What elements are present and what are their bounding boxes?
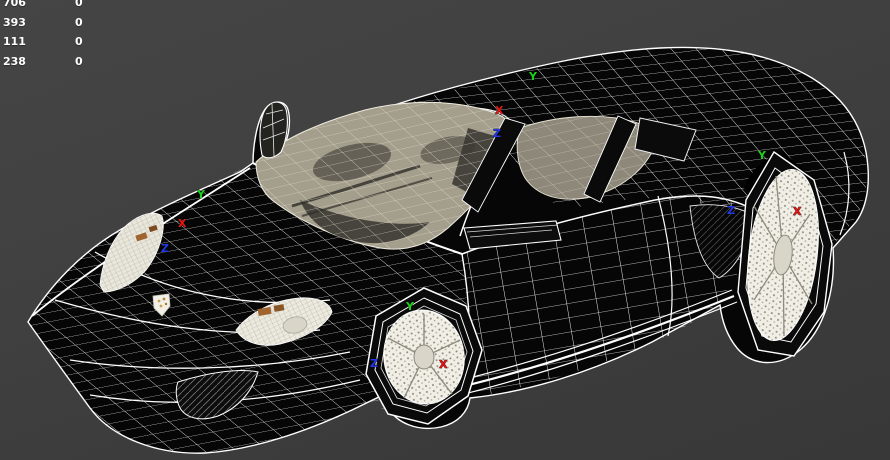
axis-x-label: X	[495, 104, 504, 117]
stat-count: 0	[75, 0, 83, 9]
axis-z-label: Z	[370, 357, 378, 370]
axis-x-label: X	[178, 217, 187, 230]
stat-count: 0	[75, 54, 83, 68]
axis-x-label: X	[793, 205, 802, 218]
stat-count: 0	[75, 15, 83, 29]
axis-x-label: X	[439, 358, 448, 371]
3d-viewport[interactable]: Y X Z Y X Z Y X Z Y X Z 706 0 393 0 111 …	[0, 0, 890, 460]
viewport-statistics: 706 0 393 0 111 0 238 0	[3, 0, 83, 71]
stats-row: 706 0	[3, 0, 83, 13]
axis-y-label: Y	[196, 188, 206, 201]
stats-row: 111 0	[3, 32, 83, 52]
stats-row: 393 0	[3, 13, 83, 33]
axis-y-label: Y	[757, 149, 767, 162]
stat-count: 0	[75, 35, 83, 48]
stat-value: 393	[3, 15, 26, 29]
car-model[interactable]	[27, 46, 869, 454]
front-hub	[413, 344, 435, 370]
stat-value: 706	[3, 0, 26, 9]
stat-value: 111	[3, 35, 26, 48]
axis-z-label: Z	[161, 242, 169, 255]
axis-z-label: Z	[493, 127, 501, 140]
axis-z-label: Z	[727, 204, 735, 217]
stats-row: 238 0	[3, 52, 83, 72]
axis-y-label: Y	[528, 70, 538, 83]
viewport-canvas[interactable]: Y X Z Y X Z Y X Z Y X Z	[0, 0, 890, 460]
axis-y-label: Y	[405, 300, 415, 313]
stat-value: 238	[3, 54, 26, 68]
